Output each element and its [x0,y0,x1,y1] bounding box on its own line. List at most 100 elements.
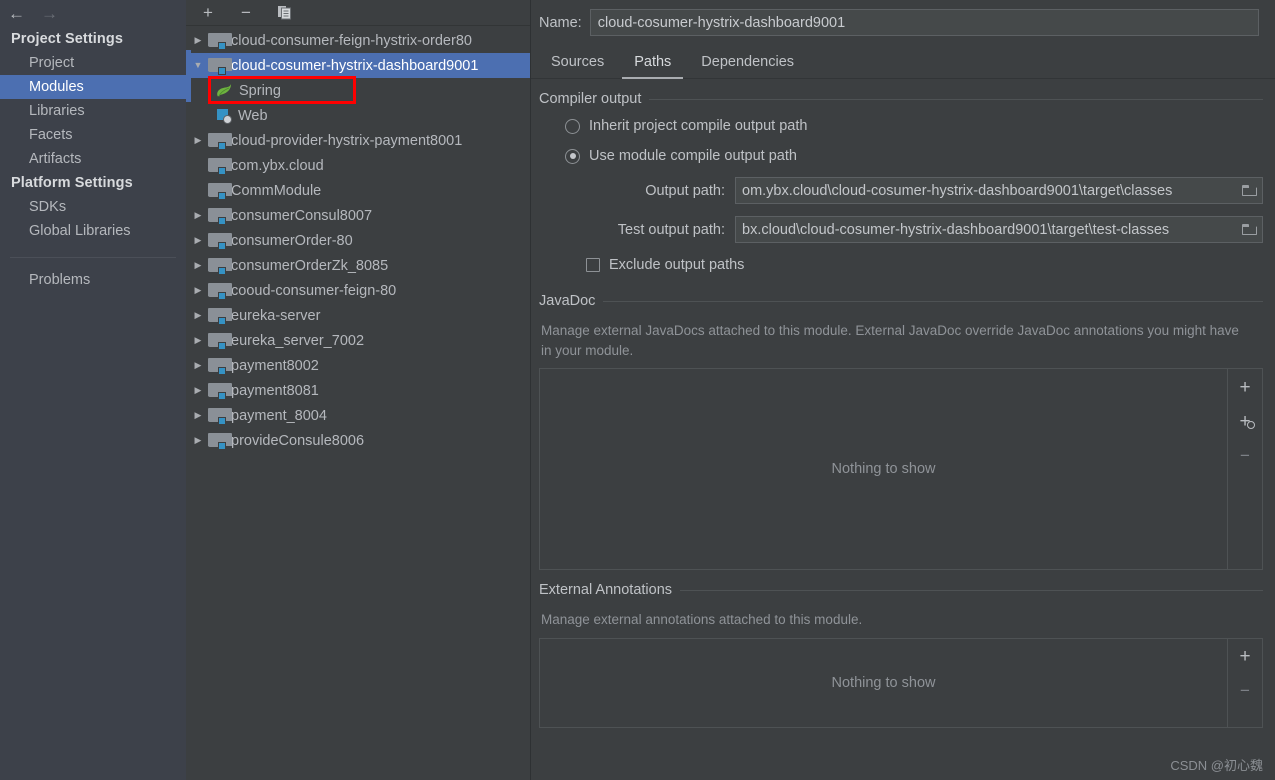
external-annotations-list-buttons: + − [1228,639,1262,727]
globe-icon [1247,421,1255,430]
folder-icon [1241,224,1257,235]
module-folder-icon [208,357,232,375]
tree-item-label: cooud-consumer-feign-80 [231,282,397,299]
module-folder-icon [208,432,232,450]
tree-row[interactable]: ▶ consumerOrderZk_8085 [186,253,530,278]
test-output-path-row: Test output path: [539,210,1263,249]
tree-row[interactable]: ▶ payment8081 [186,378,530,403]
module-folder-icon [208,157,232,175]
section-rule [680,589,1263,591]
tree-item-label: eureka-server [231,307,321,324]
radio-use-module-indicator[interactable] [565,148,580,164]
module-folder-icon [208,307,232,325]
tree-row[interactable]: ▶ eureka_server_7002 [186,328,530,353]
test-output-path-field[interactable] [735,216,1263,243]
external-annotations-title: External Annotations [539,582,673,599]
modules-toolbar: + − [186,0,530,26]
tree-item-label: provideConsule8006 [231,432,365,449]
test-output-path-browse-button[interactable] [1236,217,1262,242]
tab-dependencies[interactable]: Dependencies [689,50,806,79]
tree-row[interactable]: ▼ cloud-cosumer-hystrix-dashboard9001 [186,53,530,78]
module-folder-icon [208,182,232,200]
chevron-right-icon[interactable]: ▶ [188,411,208,420]
tree-row[interactable]: com.ybx.cloud [186,153,530,178]
sidebar-item-libraries[interactable]: Libraries [0,99,186,123]
add-module-button[interactable]: + [198,3,218,23]
section-rule [649,98,1263,100]
chevron-right-icon[interactable]: ▶ [188,236,208,245]
tree-row[interactable]: ▶ cloud-consumer-feign-hystrix-order80 [186,28,530,53]
module-name-label: Name: [539,14,582,31]
module-name-input[interactable] [589,9,1259,36]
sidebar-item-project[interactable]: Project [0,51,186,75]
sidebar-item-problems[interactable]: Problems [0,268,186,292]
radio-inherit-indicator[interactable] [565,118,580,134]
external-annotations-add-button[interactable]: + [1234,647,1256,667]
tree-row[interactable]: CommModule [186,178,530,203]
chevron-right-icon[interactable]: ▶ [188,211,208,220]
javadoc-header: JavaDoc [539,281,1263,313]
module-folder-icon [208,282,232,300]
sidebar-item-artifacts[interactable]: Artifacts [0,147,186,171]
javadoc-remove-button[interactable]: − [1234,445,1256,465]
chevron-right-icon[interactable]: ▶ [188,436,208,445]
tab-paths[interactable]: Paths [622,50,684,79]
section-rule [603,300,1263,302]
tree-row[interactable]: ▶ eureka-server [186,303,530,328]
sidebar-item-modules[interactable]: Modules [0,75,186,99]
javadoc-list[interactable]: Nothing to show [540,369,1228,570]
javadoc-add-url-button[interactable]: + [1234,411,1256,431]
tree-row[interactable]: Web [186,103,530,128]
output-path-field[interactable] [735,177,1263,204]
sidebar-divider [10,257,176,258]
tab-sources[interactable]: Sources [539,50,616,79]
javadoc-add-button[interactable]: + [1234,377,1256,397]
chevron-right-icon[interactable]: ▶ [188,386,208,395]
exclude-output-paths-checkbox[interactable] [586,258,600,272]
tree-row[interactable]: Spring [186,78,530,103]
chevron-right-icon[interactable]: ▶ [188,286,208,295]
radio-use-module-output[interactable]: Use module compile output path [539,141,1263,171]
chevron-right-icon[interactable]: ▶ [188,261,208,270]
tree-row[interactable]: ▶ consumerOrder-80 [186,228,530,253]
test-output-path-input[interactable] [736,217,1236,242]
sidebar-item-facets[interactable]: Facets [0,123,186,147]
copy-module-button[interactable] [274,3,294,23]
web-facet-icon [216,108,232,124]
chevron-right-icon[interactable]: ▶ [188,361,208,370]
chevron-right-icon[interactable]: ▶ [188,336,208,345]
tree-row[interactable]: ▶ provideConsule8006 [186,428,530,453]
tree-row[interactable]: ▶ payment_8004 [186,403,530,428]
tree-item-label: com.ybx.cloud [231,157,324,174]
tree-item-label: CommModule [231,182,322,199]
forward-arrow-icon[interactable]: → [41,5,58,22]
module-folder-icon [208,132,232,150]
external-annotations-list[interactable]: Nothing to show [540,638,1228,727]
output-path-browse-button[interactable] [1236,178,1262,203]
tree-row[interactable]: ▶ cooud-consumer-feign-80 [186,278,530,303]
chevron-right-icon[interactable]: ▶ [188,36,208,45]
output-path-input[interactable] [736,178,1236,203]
radio-inherit-project-output[interactable]: Inherit project compile output path [539,111,1263,141]
sidebar-item-sdks[interactable]: SDKs [0,195,186,219]
tree-item-label: consumerOrder-80 [231,232,353,249]
module-folder-icon [208,382,232,400]
tree-row[interactable]: ▶ cloud-provider-hystrix-payment8001 [186,128,530,153]
tree-row[interactable]: ▶ payment8002 [186,353,530,378]
javadoc-description: Manage external JavaDocs attached to thi… [541,323,1239,358]
tree-item-label: Web [238,107,268,124]
chevron-right-icon[interactable]: ▶ [188,136,208,145]
settings-sidebar: ← → Project Settings Project Modules Lib… [0,0,186,780]
folder-icon [1241,185,1257,196]
external-annotations-remove-button[interactable]: − [1234,681,1256,701]
module-folder-icon [208,207,232,225]
remove-module-button[interactable]: − [236,3,256,23]
exclude-output-paths-row[interactable]: Exclude output paths [539,249,1263,281]
back-arrow-icon[interactable]: ← [8,5,25,22]
chevron-down-icon[interactable]: ▼ [188,61,208,70]
sidebar-item-global-libraries[interactable]: Global Libraries [0,219,186,243]
tree-item-label: payment8081 [231,382,319,399]
tree-item-label: cloud-consumer-feign-hystrix-order80 [231,32,472,49]
chevron-right-icon[interactable]: ▶ [188,311,208,320]
tree-row[interactable]: ▶ consumerConsul8007 [186,203,530,228]
